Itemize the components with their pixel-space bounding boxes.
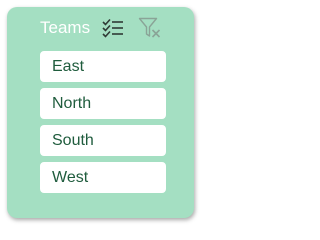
slicer-item-south[interactable]: South bbox=[40, 125, 166, 156]
multi-select-icon bbox=[102, 18, 123, 38]
multi-select-button[interactable] bbox=[101, 17, 125, 39]
slicer-item-east[interactable]: East bbox=[40, 51, 166, 82]
clear-filter-button[interactable] bbox=[138, 17, 162, 39]
slicer-item-west[interactable]: West bbox=[40, 162, 166, 193]
teams-slicer: Teams East North South West bbox=[7, 7, 194, 218]
slicer-item-list: East North South West bbox=[40, 51, 166, 199]
slicer-item-north[interactable]: North bbox=[40, 88, 166, 119]
slicer-header: Teams bbox=[7, 7, 194, 47]
slicer-item-label: South bbox=[52, 132, 94, 149]
slicer-item-label: North bbox=[52, 95, 92, 112]
slicer-item-label: West bbox=[52, 169, 89, 186]
slicer-item-label: East bbox=[52, 58, 85, 75]
clear-filter-icon bbox=[138, 17, 161, 38]
slicer-title: Teams bbox=[40, 18, 91, 37]
